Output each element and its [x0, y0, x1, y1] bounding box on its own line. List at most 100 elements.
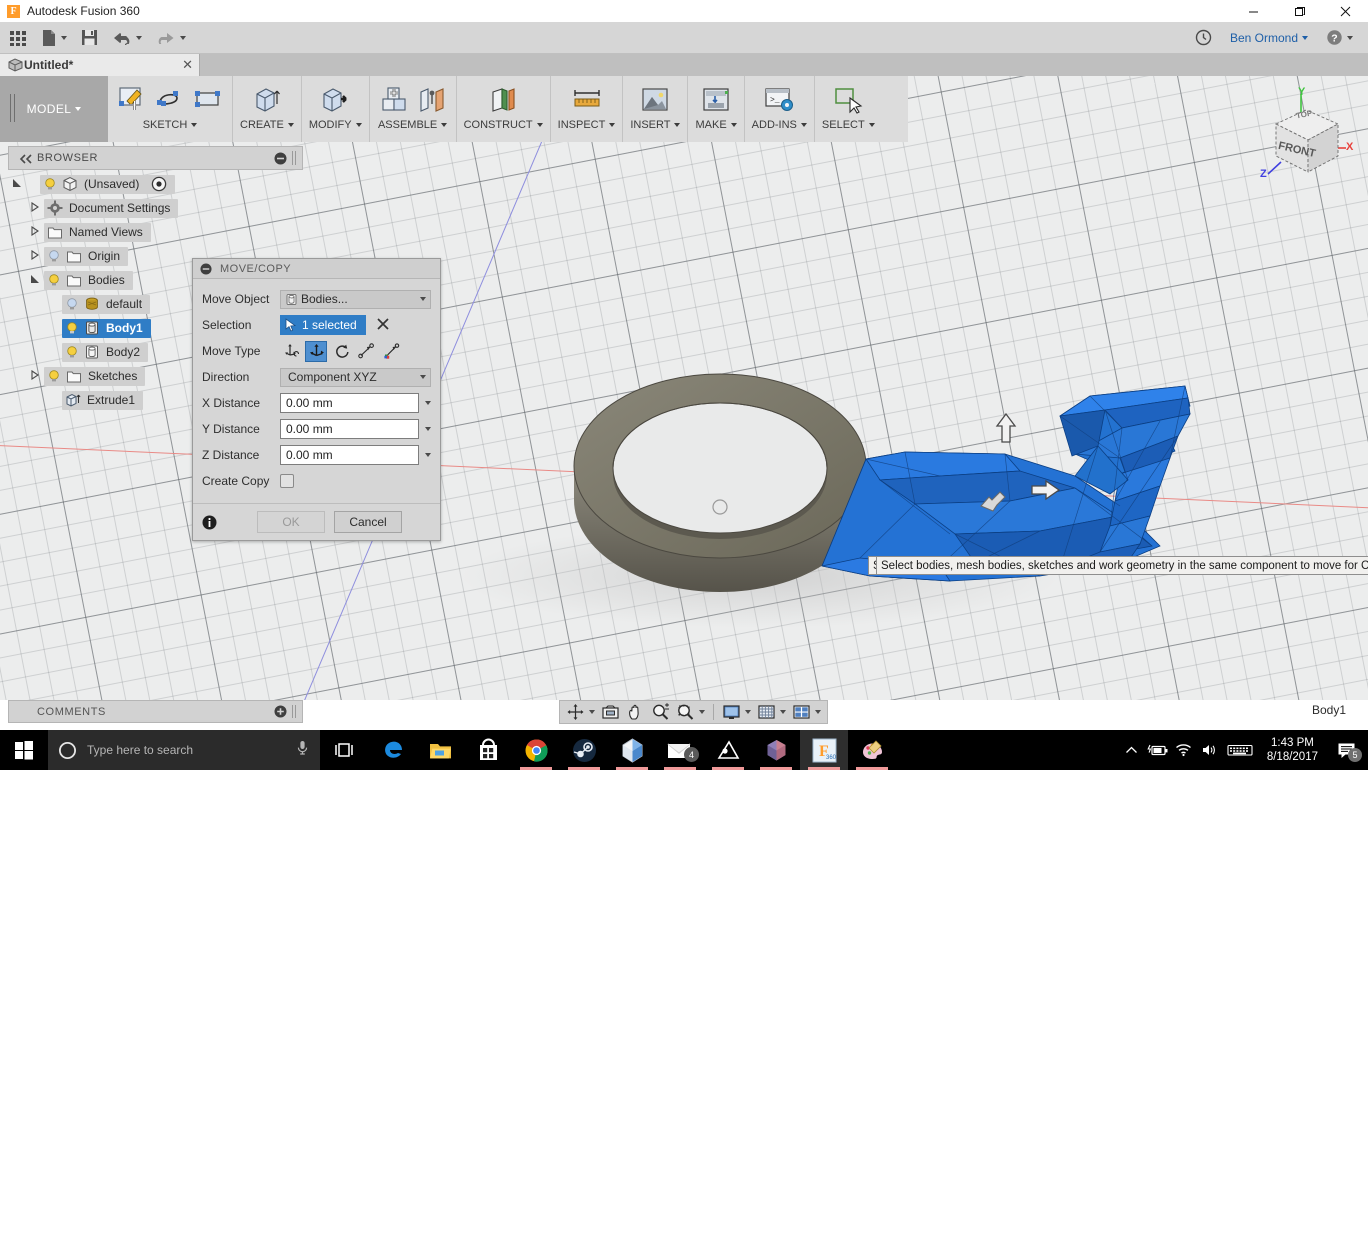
ribbon-group-label-sketch[interactable]: SKETCH: [143, 119, 198, 131]
minus-circle-icon[interactable]: [274, 152, 287, 165]
orbit-button[interactable]: [563, 702, 598, 722]
taskbar-clock[interactable]: 1:43 PM 8/18/2017: [1257, 736, 1328, 764]
scripts-addins-icon[interactable]: >_: [762, 82, 796, 116]
minimize-button[interactable]: [1230, 0, 1276, 22]
chevron-down-icon[interactable]: [425, 453, 431, 457]
viewports-button[interactable]: [789, 702, 824, 722]
twisty-collapsed-icon[interactable]: [26, 201, 44, 215]
task-view-button[interactable]: [320, 730, 368, 770]
battery-charging-icon[interactable]: [1145, 730, 1171, 770]
spline-icon[interactable]: [153, 82, 187, 116]
joint-icon[interactable]: [415, 82, 449, 116]
ribbon-group-label-addins[interactable]: ADD-INS: [752, 119, 807, 131]
pan-button[interactable]: [623, 702, 648, 722]
plus-circle-icon[interactable]: [274, 705, 287, 718]
ribbon-group-label-inspect[interactable]: INSPECT: [558, 119, 616, 131]
press-pull-icon[interactable]: [318, 82, 352, 116]
extrude-icon[interactable]: [250, 82, 284, 116]
comments-panel[interactable]: COMMENTS: [8, 700, 303, 723]
free-move-icon[interactable]: [280, 341, 302, 362]
taskbar-app-chrome[interactable]: [512, 730, 560, 770]
maximize-button[interactable]: [1276, 0, 1322, 22]
taskbar-app-fusion360[interactable]: F 360: [800, 730, 848, 770]
minus-circle-icon[interactable]: [200, 262, 212, 275]
start-button[interactable]: [0, 730, 48, 770]
chevron-up-icon[interactable]: [1119, 730, 1145, 770]
panel-resize-grip[interactable]: [292, 705, 296, 718]
light-bulb-off-icon[interactable]: [47, 249, 61, 263]
chevron-down-icon[interactable]: [425, 427, 431, 431]
mesh-body-default[interactable]: [573, 373, 867, 592]
undo-button[interactable]: [107, 25, 147, 51]
speaker-icon[interactable]: [1197, 730, 1223, 770]
rotate-icon[interactable]: [330, 341, 352, 362]
clear-selection-icon[interactable]: [377, 317, 389, 333]
new-file-button[interactable]: [36, 25, 72, 51]
ribbon-group-label-make[interactable]: MAKE: [695, 119, 737, 131]
search-box[interactable]: Type here to search: [48, 730, 320, 770]
taskbar-app-autodesk[interactable]: [608, 730, 656, 770]
twisty-expanded-icon[interactable]: [26, 274, 44, 287]
workspace-selector[interactable]: MODEL: [0, 76, 108, 142]
pan-extents-button[interactable]: [598, 702, 623, 722]
taskbar-app-steam[interactable]: [560, 730, 608, 770]
tree-item-named-views[interactable]: Named Views: [8, 220, 298, 244]
translate-xyz-icon[interactable]: [305, 340, 327, 362]
job-status-button[interactable]: [1190, 25, 1217, 51]
select-cursor-icon[interactable]: [831, 82, 865, 116]
twisty-collapsed-icon[interactable]: [26, 225, 44, 239]
app-grid-button[interactable]: [4, 25, 32, 51]
redo-button[interactable]: [151, 25, 191, 51]
y-distance-input[interactable]: 0.00 mm: [280, 419, 419, 439]
view-cube[interactable]: TOP FRONT X Y Z: [1246, 86, 1356, 186]
taskbar-app-mail[interactable]: 4: [656, 730, 704, 770]
ribbon-group-label-insert[interactable]: INSERT: [630, 119, 681, 131]
offset-plane-icon[interactable]: [486, 82, 520, 116]
help-menu-button[interactable]: ?: [1321, 25, 1358, 51]
ribbon-group-label-construct[interactable]: CONSTRUCT: [464, 119, 543, 131]
point-to-point-icon[interactable]: [355, 341, 377, 362]
close-icon[interactable]: ✕: [182, 57, 193, 73]
tree-item-document-settings[interactable]: Document Settings: [8, 196, 298, 220]
zoom-window-button[interactable]: [673, 702, 708, 722]
z-distance-input[interactable]: 0.00 mm: [280, 445, 419, 465]
double-chevron-left-icon[interactable]: [19, 154, 33, 164]
create-sketch-icon[interactable]: [115, 82, 149, 116]
taskbar-app-microsoft-store[interactable]: [464, 730, 512, 770]
taskbar-app-3d-builder[interactable]: [752, 730, 800, 770]
chevron-down-icon[interactable]: [425, 401, 431, 405]
taskbar-app-meshmixer[interactable]: [704, 730, 752, 770]
light-bulb-icon[interactable]: [65, 345, 79, 359]
point-to-position-icon[interactable]: [380, 341, 402, 362]
action-center-button[interactable]: 5: [1328, 730, 1364, 770]
document-tab-untitled[interactable]: Untitled* ✕: [0, 54, 200, 76]
x-distance-input[interactable]: 0.00 mm: [280, 393, 419, 413]
3d-print-icon[interactable]: [699, 82, 733, 116]
taskbar-app-file-explorer[interactable]: [416, 730, 464, 770]
panel-resize-grip[interactable]: [292, 151, 296, 165]
twisty-expanded-icon[interactable]: [8, 178, 26, 191]
save-button[interactable]: [76, 25, 103, 51]
ribbon-group-label-modify[interactable]: MODIFY: [309, 119, 362, 131]
ribbon-group-label-select[interactable]: SELECT: [822, 119, 875, 131]
light-bulb-icon[interactable]: [43, 177, 57, 191]
direction-dropdown[interactable]: Component XYZ: [280, 367, 431, 387]
zoom-button[interactable]: [648, 702, 673, 722]
close-button[interactable]: [1322, 0, 1368, 22]
user-account-menu[interactable]: Ben Ormond: [1225, 25, 1313, 51]
selection-chip[interactable]: 1 selected: [280, 315, 366, 335]
light-bulb-off-icon[interactable]: [65, 297, 79, 311]
light-bulb-icon[interactable]: [47, 369, 61, 383]
twisty-collapsed-icon[interactable]: [26, 249, 44, 263]
grid-snaps-button[interactable]: [754, 702, 789, 722]
tree-item-unsaved[interactable]: (Unsaved): [8, 172, 298, 196]
light-bulb-icon[interactable]: [47, 273, 61, 287]
insert-image-icon[interactable]: [638, 82, 672, 116]
info-icon[interactable]: [202, 515, 217, 530]
microphone-icon[interactable]: [295, 739, 310, 761]
display-settings-button[interactable]: [719, 702, 754, 722]
create-copy-checkbox[interactable]: [280, 474, 294, 488]
cancel-button[interactable]: Cancel: [334, 511, 402, 533]
ribbon-group-label-create[interactable]: CREATE: [240, 119, 294, 131]
ribbon-group-label-assemble[interactable]: ASSEMBLE: [378, 119, 448, 131]
